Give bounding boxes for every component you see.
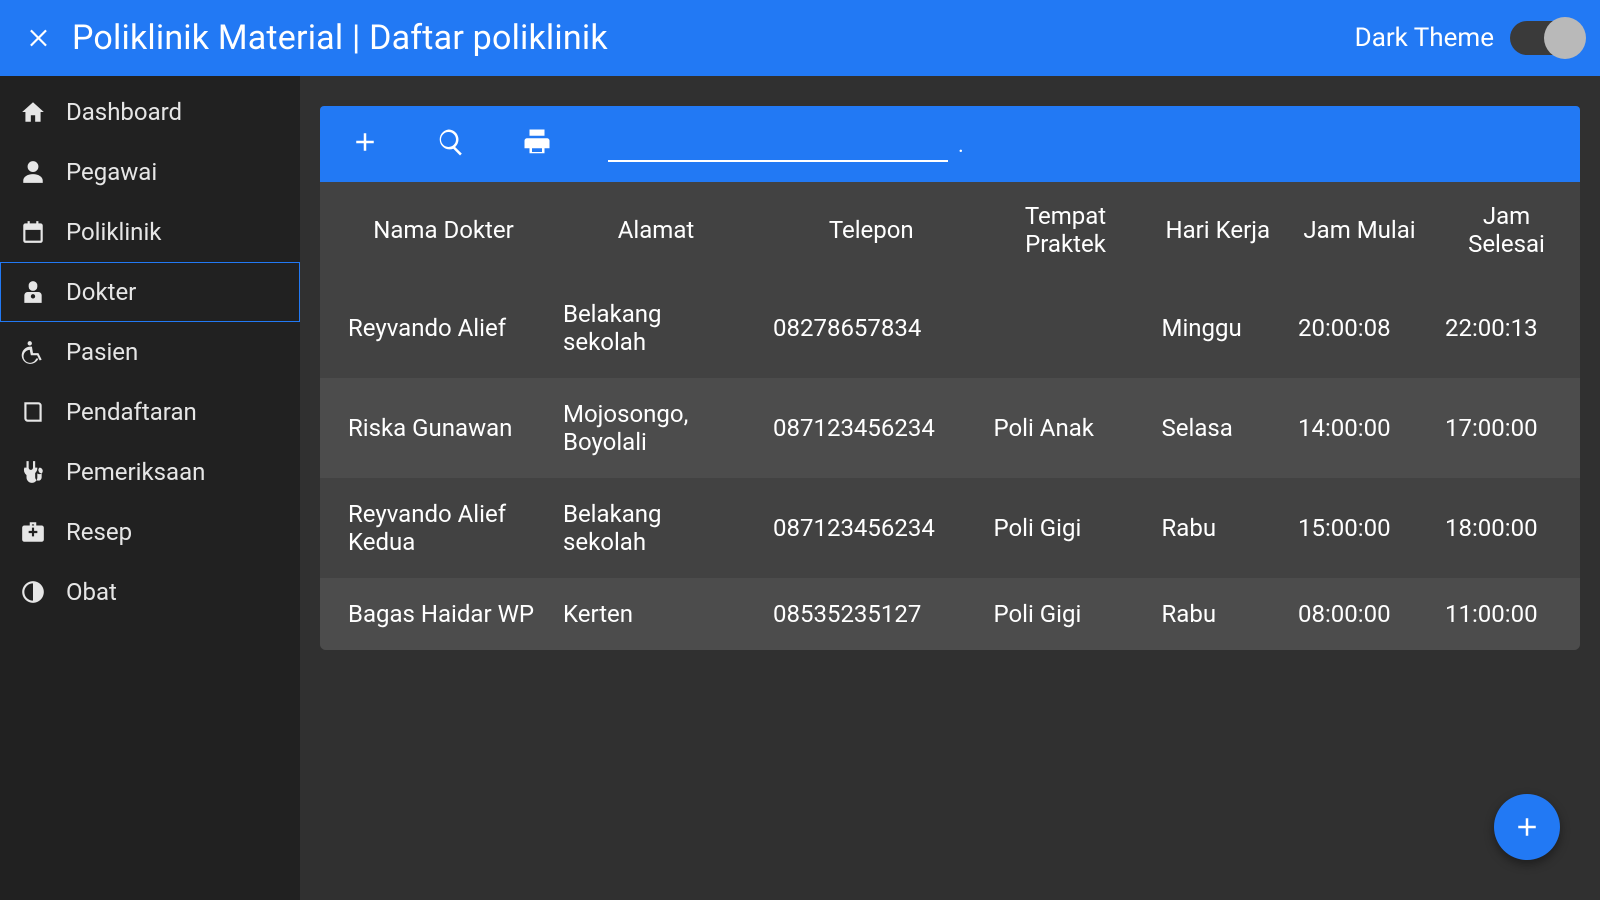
print-button[interactable] [522,127,552,161]
cell-jam-mulai: 08:00:00 [1286,578,1433,650]
wheelchair-icon [18,339,48,365]
sidebar-item-label: Pasien [66,338,138,366]
sidebar-item-label: Dokter [66,278,136,306]
cell-jam-mulai: 14:00:00 [1286,378,1433,478]
print-icon [522,127,552,157]
cell-hari: Rabu [1150,578,1287,650]
search-icon [436,127,466,157]
cell-alamat: Belakang sekolah [551,478,761,578]
th-hari[interactable]: Hari Kerja [1150,182,1287,278]
cell-tempat: Poli Gigi [982,578,1150,650]
app-bar: Poliklinik Material | Daftar poliklinik … [0,0,1600,76]
cell-nama: Bagas Haidar WP [320,578,551,650]
sidebar-item-label: Pendaftaran [66,398,197,426]
plus-icon [1512,812,1542,842]
cell-hari: Minggu [1150,278,1287,378]
cell-jam-selesai: 11:00:00 [1433,578,1580,650]
sidebar: Dashboard Pegawai Poliklinik Dokter Pasien Pe… [0,76,300,900]
cell-jam-mulai: 15:00:00 [1286,478,1433,578]
cell-nama: Reyvando Alief Kedua [320,478,551,578]
table-toolbar: . [320,106,1580,182]
cell-alamat: Kerten [551,578,761,650]
cell-jam-selesai: 22:00:13 [1433,278,1580,378]
cell-alamat: Mojosongo, Boyolali [551,378,761,478]
search-trailing-dot: . [958,133,964,162]
add-button[interactable] [350,127,380,161]
sidebar-item-poliklinik[interactable]: Poliklinik [0,202,300,262]
cell-nama: Riska Gunawan [320,378,551,478]
plus-icon [350,127,380,157]
search-button[interactable] [436,127,466,161]
contrast-icon [18,579,48,605]
sidebar-item-resep[interactable]: Resep [0,502,300,562]
cell-alamat: Belakang sekolah [551,278,761,378]
cell-jam-mulai: 20:00:08 [1286,278,1433,378]
home-icon [18,99,48,125]
cell-tempat: Poli Gigi [982,478,1150,578]
cell-telepon: 087123456234 [761,378,982,478]
cell-nama: Reyvando Alief [320,278,551,378]
app-bar-left: Poliklinik Material | Daftar poliklinik [18,16,608,60]
search-field-wrap: . [608,126,964,162]
close-button[interactable] [18,16,62,60]
calendar-icon [18,219,48,245]
dark-theme-label: Dark Theme [1355,23,1494,53]
close-icon [27,25,53,51]
doctor-table-card: Nama Dokter Alamat Telepon Tempat Prakte… [320,182,1580,650]
sidebar-item-label: Pegawai [66,158,157,186]
cell-telepon: 08535235127 [761,578,982,650]
th-tempat[interactable]: Tempat Praktek [982,182,1150,278]
search-input[interactable] [608,126,948,162]
table-row[interactable]: Riska GunawanMojosongo, Boyolali08712345… [320,378,1580,478]
cell-hari: Selasa [1150,378,1287,478]
sidebar-item-dokter[interactable]: Dokter [0,262,300,322]
stethoscope-icon [18,459,48,485]
table-row[interactable]: Bagas Haidar WPKerten08535235127Poli Gig… [320,578,1580,650]
sidebar-item-pasien[interactable]: Pasien [0,322,300,382]
sidebar-item-label: Pemeriksaan [66,458,205,486]
sidebar-item-label: Poliklinik [66,218,161,246]
cell-telepon: 08278657834 [761,278,982,378]
cell-hari: Rabu [1150,478,1287,578]
table-row[interactable]: Reyvando AliefBelakang sekolah0827865783… [320,278,1580,378]
cell-tempat [982,278,1150,378]
th-telepon[interactable]: Telepon [761,182,982,278]
cell-jam-selesai: 17:00:00 [1433,378,1580,478]
sidebar-item-obat[interactable]: Obat [0,562,300,622]
dark-theme-toggle[interactable] [1510,21,1582,55]
user-icon [18,159,48,185]
cell-jam-selesai: 18:00:00 [1433,478,1580,578]
cell-tempat: Poli Anak [982,378,1150,478]
sidebar-item-pemeriksaan[interactable]: Pemeriksaan [0,442,300,502]
th-alamat[interactable]: Alamat [551,182,761,278]
sidebar-item-dashboard[interactable]: Dashboard [0,82,300,142]
table-row[interactable]: Reyvando Alief KeduaBelakang sekolah0871… [320,478,1580,578]
main-content: . Nama Dokter Alamat Telepon Tempat Prak… [300,76,1600,900]
medkit-icon [18,519,48,545]
sidebar-item-pegawai[interactable]: Pegawai [0,142,300,202]
fab-add-button[interactable] [1494,794,1560,860]
sidebar-item-pendaftaran[interactable]: Pendaftaran [0,382,300,442]
app-title: Poliklinik Material | Daftar poliklinik [72,18,608,58]
th-jamselesai[interactable]: Jam Selesai [1433,182,1580,278]
table-header-row: Nama Dokter Alamat Telepon Tempat Prakte… [320,182,1580,278]
sidebar-item-label: Resep [66,518,132,546]
doctor-table: Nama Dokter Alamat Telepon Tempat Prakte… [320,182,1580,650]
book-icon [18,399,48,425]
th-jammulai[interactable]: Jam Mulai [1286,182,1433,278]
toggle-knob [1544,17,1586,59]
app-bar-right: Dark Theme [1355,21,1582,55]
sidebar-item-label: Dashboard [66,98,182,126]
th-nama[interactable]: Nama Dokter [320,182,551,278]
cell-telepon: 087123456234 [761,478,982,578]
sidebar-item-label: Obat [66,578,117,606]
doctor-icon [18,279,48,305]
